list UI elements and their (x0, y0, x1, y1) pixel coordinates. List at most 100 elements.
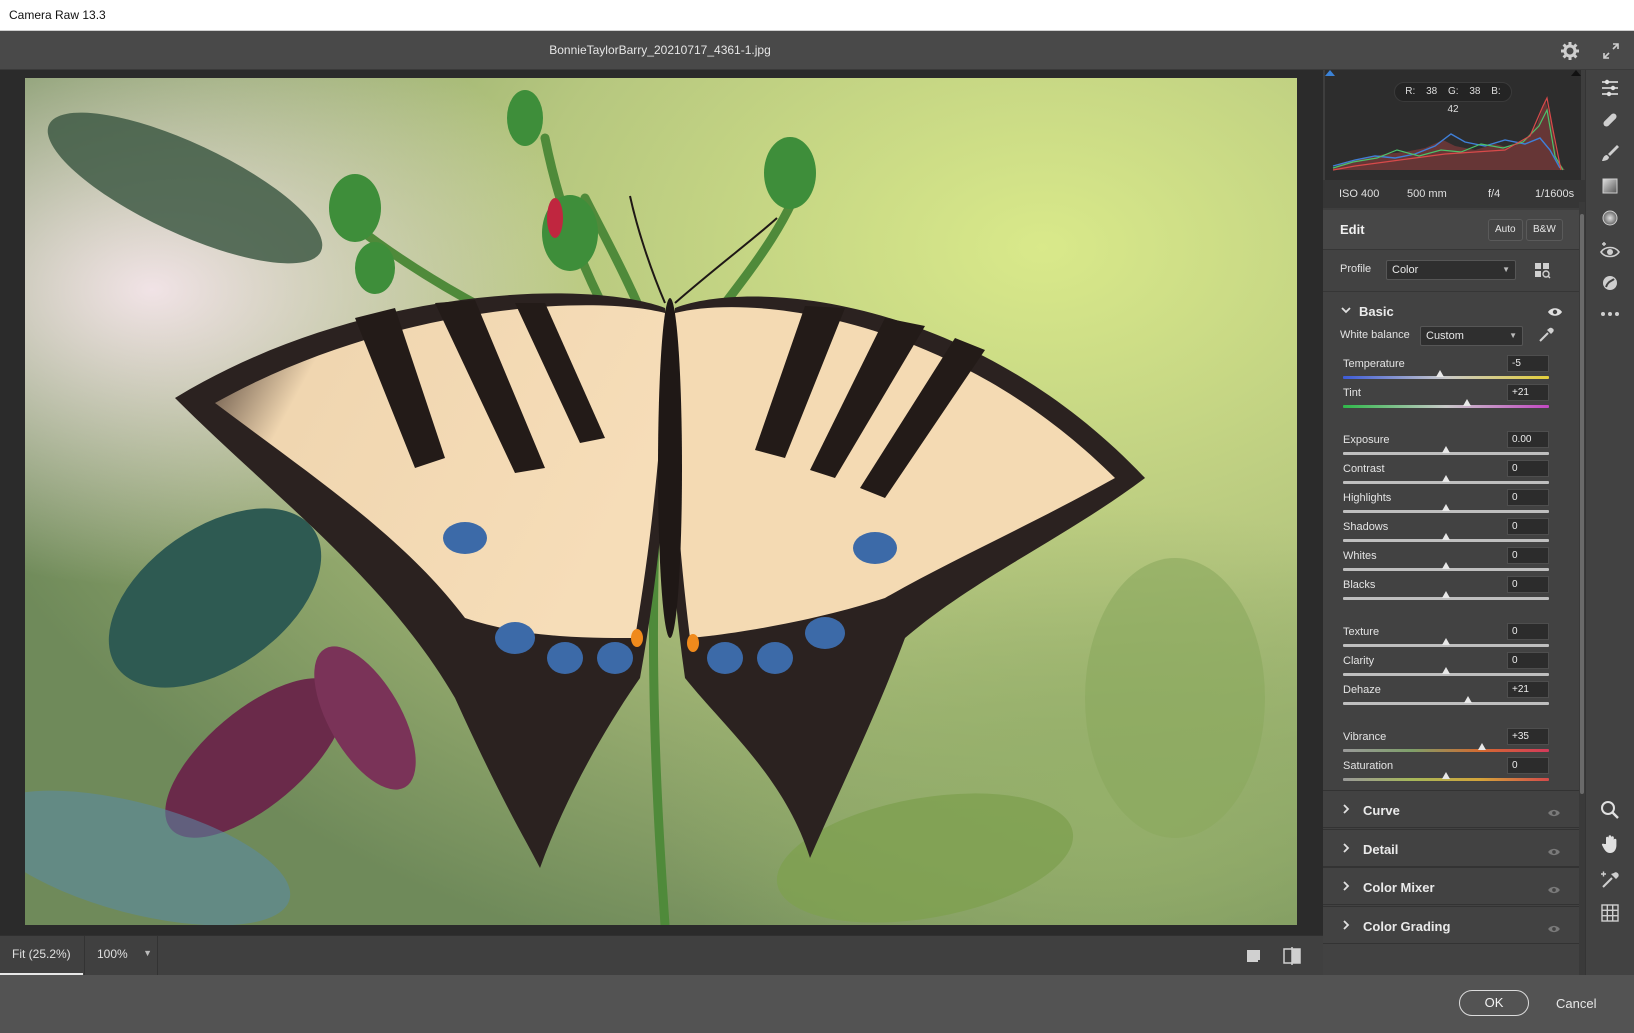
chevron-down-icon (1340, 304, 1352, 319)
cancel-button[interactable]: Cancel (1556, 996, 1596, 1011)
slider-track[interactable] (1343, 376, 1549, 379)
slider-label: Texture (1343, 626, 1380, 638)
slider-value-input[interactable]: 0.00 (1507, 431, 1549, 448)
chevron-down-icon: ▼ (1502, 265, 1510, 274)
ok-button[interactable]: OK (1459, 990, 1529, 1016)
slider-thumb[interactable] (1442, 533, 1450, 540)
section-color-mixer[interactable]: Color Mixer (1323, 867, 1579, 905)
rgb-readout: R: 38 G: 38 B: 42 (1394, 82, 1512, 115)
slider-value-input[interactable]: 0 (1507, 576, 1549, 593)
slider-track[interactable] (1343, 749, 1549, 752)
zoom-icon[interactable] (1598, 798, 1622, 822)
fullscreen-icon[interactable] (1601, 41, 1621, 61)
slider-value-input[interactable]: 0 (1507, 652, 1549, 669)
slider-thumb[interactable] (1442, 772, 1450, 779)
white-balance-dropdown[interactable]: Custom ▼ (1420, 326, 1523, 346)
grid-icon[interactable] (1598, 901, 1622, 925)
zoom-level-value: 100% (97, 947, 128, 961)
window-title: Camera Raw 13.3 (9, 8, 106, 22)
single-view-icon[interactable] (1244, 947, 1264, 965)
chevron-right-icon (1340, 880, 1352, 895)
slider-highlights: Highlights 0 (1323, 489, 1579, 521)
auto-button[interactable]: Auto (1488, 219, 1523, 241)
slider-value-input[interactable]: +21 (1507, 384, 1549, 401)
slider-value-input[interactable]: 0 (1507, 518, 1549, 535)
slider-label: Highlights (1343, 492, 1392, 504)
slider-texture: Texture 0 (1323, 623, 1579, 655)
hand-icon[interactable] (1598, 832, 1622, 856)
slider-exposure: Exposure 0.00 (1323, 431, 1579, 463)
scrollbar-thumb[interactable] (1580, 214, 1584, 794)
slider-whites: Whites 0 (1323, 547, 1579, 579)
eye-icon[interactable] (1547, 882, 1561, 900)
brush-icon[interactable] (1598, 141, 1622, 165)
profile-browser-icon[interactable] (1533, 261, 1551, 284)
before-after-icon[interactable] (1282, 947, 1302, 965)
slider-thumb[interactable] (1442, 562, 1450, 569)
slider-thumb[interactable] (1442, 504, 1450, 511)
more-icon[interactable] (1598, 302, 1622, 326)
zoom-level-select[interactable]: 100% ▼ (84, 936, 158, 975)
white-balance-value: Custom (1426, 330, 1464, 342)
slider-thumb[interactable] (1435, 370, 1444, 377)
eye-icon[interactable] (1547, 844, 1561, 862)
eye-icon[interactable] (1547, 805, 1561, 823)
healing-icon[interactable] (1598, 108, 1622, 132)
section-detail[interactable]: Detail (1323, 828, 1579, 867)
gradient-icon[interactable] (1598, 174, 1622, 198)
slider-thumb[interactable] (1462, 399, 1471, 406)
right-panel: R: 38 G: 38 B: 42 ISO 400 500 mm f/4 1/1… (1323, 70, 1585, 975)
eyedropper-icon[interactable] (1537, 326, 1555, 349)
eye-icon[interactable] (1547, 921, 1561, 939)
slider-value-input[interactable]: 0 (1507, 547, 1549, 564)
slider-value-input[interactable]: -5 (1507, 355, 1549, 372)
tool-strip (1585, 70, 1634, 975)
section-color-grading[interactable]: Color Grading (1323, 905, 1579, 944)
slider-value-input[interactable]: 0 (1507, 460, 1549, 477)
section-title: Curve (1363, 803, 1400, 818)
section-curve[interactable]: Curve (1323, 790, 1579, 828)
butterfly-photo[interactable] (25, 78, 1297, 925)
edit-panel: Edit Auto B&W Profile Color ▼ Basic Whit… (1323, 210, 1579, 975)
section-title: Detail (1363, 841, 1399, 857)
slider-thumb[interactable] (1442, 475, 1450, 482)
slider-value-input[interactable]: 0 (1507, 757, 1549, 774)
slider-value-input[interactable]: 0 (1507, 489, 1549, 506)
color-sampler-icon[interactable] (1598, 868, 1622, 892)
slider-track[interactable] (1343, 702, 1549, 705)
slider-temperature: Temperature -5 (1323, 355, 1579, 387)
chevron-down-icon: ▼ (143, 948, 152, 958)
slider-thumb[interactable] (1478, 743, 1487, 750)
slider-thumb[interactable] (1442, 667, 1450, 674)
slider-value-input[interactable]: 0 (1507, 623, 1549, 640)
presets-icon[interactable] (1598, 271, 1622, 295)
slider-thumb[interactable] (1442, 638, 1450, 645)
slider-thumb[interactable] (1442, 446, 1450, 453)
histogram[interactable]: R: 38 G: 38 B: 42 (1325, 70, 1581, 180)
slider-value-input[interactable]: +21 (1507, 681, 1549, 698)
file-name: BonnieTaylorBarry_20210717_4361-1.jpg (549, 43, 771, 57)
redeye-icon[interactable] (1598, 239, 1622, 263)
chevron-right-icon (1340, 842, 1352, 857)
section-title: Color Grading (1363, 918, 1451, 934)
slider-label: Exposure (1343, 434, 1390, 446)
eye-icon[interactable] (1547, 305, 1563, 323)
slider-thumb[interactable] (1463, 696, 1472, 703)
radial-icon[interactable] (1598, 206, 1622, 230)
slider-label: Clarity (1343, 655, 1375, 667)
shutter-value: 1/1600s (1535, 188, 1575, 200)
edit-sliders-icon[interactable] (1598, 76, 1622, 100)
gear-icon[interactable] (1560, 41, 1580, 61)
slider-thumb[interactable] (1442, 591, 1450, 598)
profile-dropdown[interactable]: Color ▼ (1386, 260, 1516, 280)
basic-section-header[interactable]: Basic (1323, 292, 1579, 330)
edit-header: Edit Auto B&W (1323, 210, 1579, 250)
bw-button[interactable]: B&W (1526, 219, 1563, 241)
slider-value-input[interactable]: +35 (1507, 728, 1549, 745)
zoom-fit-button[interactable]: Fit (25.2%) (0, 936, 83, 975)
image-canvas[interactable] (0, 70, 1323, 935)
slider-tint: Tint +21 (1323, 384, 1579, 416)
exif-info: ISO 400 500 mm f/4 1/1600s (1323, 180, 1585, 208)
dialog-footer: OK Cancel (0, 975, 1634, 1033)
slider-track[interactable] (1343, 405, 1549, 408)
